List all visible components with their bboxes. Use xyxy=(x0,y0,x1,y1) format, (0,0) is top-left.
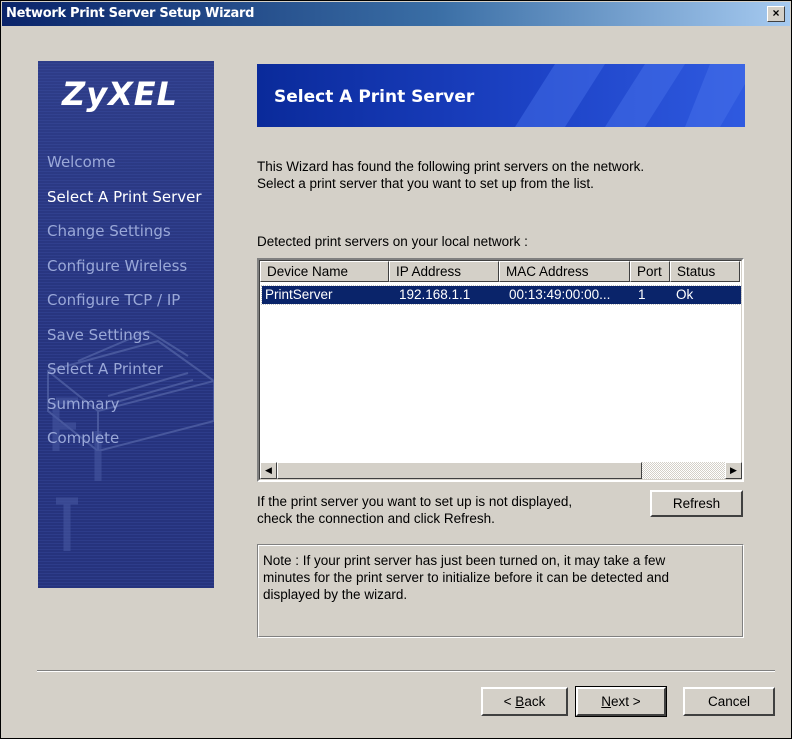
wizard-window: Network Print Server Setup Wizard × ZyXE… xyxy=(0,0,792,739)
step-select-print-server: Select A Print Server xyxy=(47,187,202,206)
step-summary: Summary xyxy=(47,394,120,413)
step-complete: Complete xyxy=(47,429,120,447)
scrollbar-thumb[interactable] xyxy=(277,462,642,479)
page-banner: Select A Print Server xyxy=(257,64,745,127)
column-port[interactable]: Port xyxy=(630,261,670,282)
refresh-button[interactable]: Refresh xyxy=(650,490,743,517)
cell-port: 1 xyxy=(638,287,646,302)
wizard-description: This Wizard has found the following prin… xyxy=(257,159,645,191)
list-item[interactable]: PrintServer 192.168.1.1 00:13:49:00:00..… xyxy=(261,285,742,305)
cell-status: Ok xyxy=(676,287,694,302)
page-title: Select A Print Server xyxy=(274,87,475,107)
window-title: Network Print Server Setup Wizard xyxy=(6,6,255,21)
step-configure-tcpip: Configure TCP / IP xyxy=(47,291,181,309)
step-save-settings: Save Settings xyxy=(47,325,151,344)
detected-servers-label: Detected print servers on your local net… xyxy=(257,234,528,249)
column-mac-address[interactable]: MAC Address xyxy=(499,261,630,282)
button-separator xyxy=(37,670,775,672)
close-button[interactable]: × xyxy=(767,6,785,22)
list-header: Device Name IP Address MAC Address Port … xyxy=(260,261,740,282)
scroll-right-icon[interactable]: ▶ xyxy=(725,462,742,479)
step-change-settings: Change Settings xyxy=(47,222,171,240)
step-configure-wireless: Configure Wireless xyxy=(47,256,188,275)
wizard-steps: Welcome Select A Print Server Change Set… xyxy=(47,153,202,464)
scroll-left-icon[interactable]: ◀ xyxy=(260,462,277,479)
scrollbar-track[interactable] xyxy=(642,462,725,479)
horizontal-scrollbar[interactable]: ◀ ▶ xyxy=(260,462,742,479)
title-bar[interactable]: Network Print Server Setup Wizard × xyxy=(2,2,790,26)
step-welcome: Welcome xyxy=(47,153,116,171)
zyxel-logo: ZyXEL xyxy=(62,75,178,113)
column-status[interactable]: Status xyxy=(670,261,740,282)
print-server-list[interactable]: Device Name IP Address MAC Address Port … xyxy=(257,258,744,482)
note-box: Note : If your print server has just bee… xyxy=(257,544,744,638)
banner-decoration-icon xyxy=(515,64,745,127)
cell-ip-address: 192.168.1.1 xyxy=(399,287,471,302)
refresh-hint: If the print server you want to set up i… xyxy=(257,494,573,526)
step-select-printer: Select A Printer xyxy=(47,360,163,378)
cell-device-name: PrintServer xyxy=(265,287,333,302)
cancel-button[interactable]: Cancel xyxy=(683,687,775,716)
wizard-sidebar: ZyXEL Welcome Select A Print Server Chan… xyxy=(38,61,214,588)
column-device-name[interactable]: Device Name xyxy=(260,261,389,282)
cell-mac-address: 00:13:49:00:00... xyxy=(509,287,611,302)
next-button[interactable]: Next > xyxy=(575,686,667,717)
back-button[interactable]: < Back xyxy=(481,687,568,716)
column-ip-address[interactable]: IP Address xyxy=(389,261,499,282)
